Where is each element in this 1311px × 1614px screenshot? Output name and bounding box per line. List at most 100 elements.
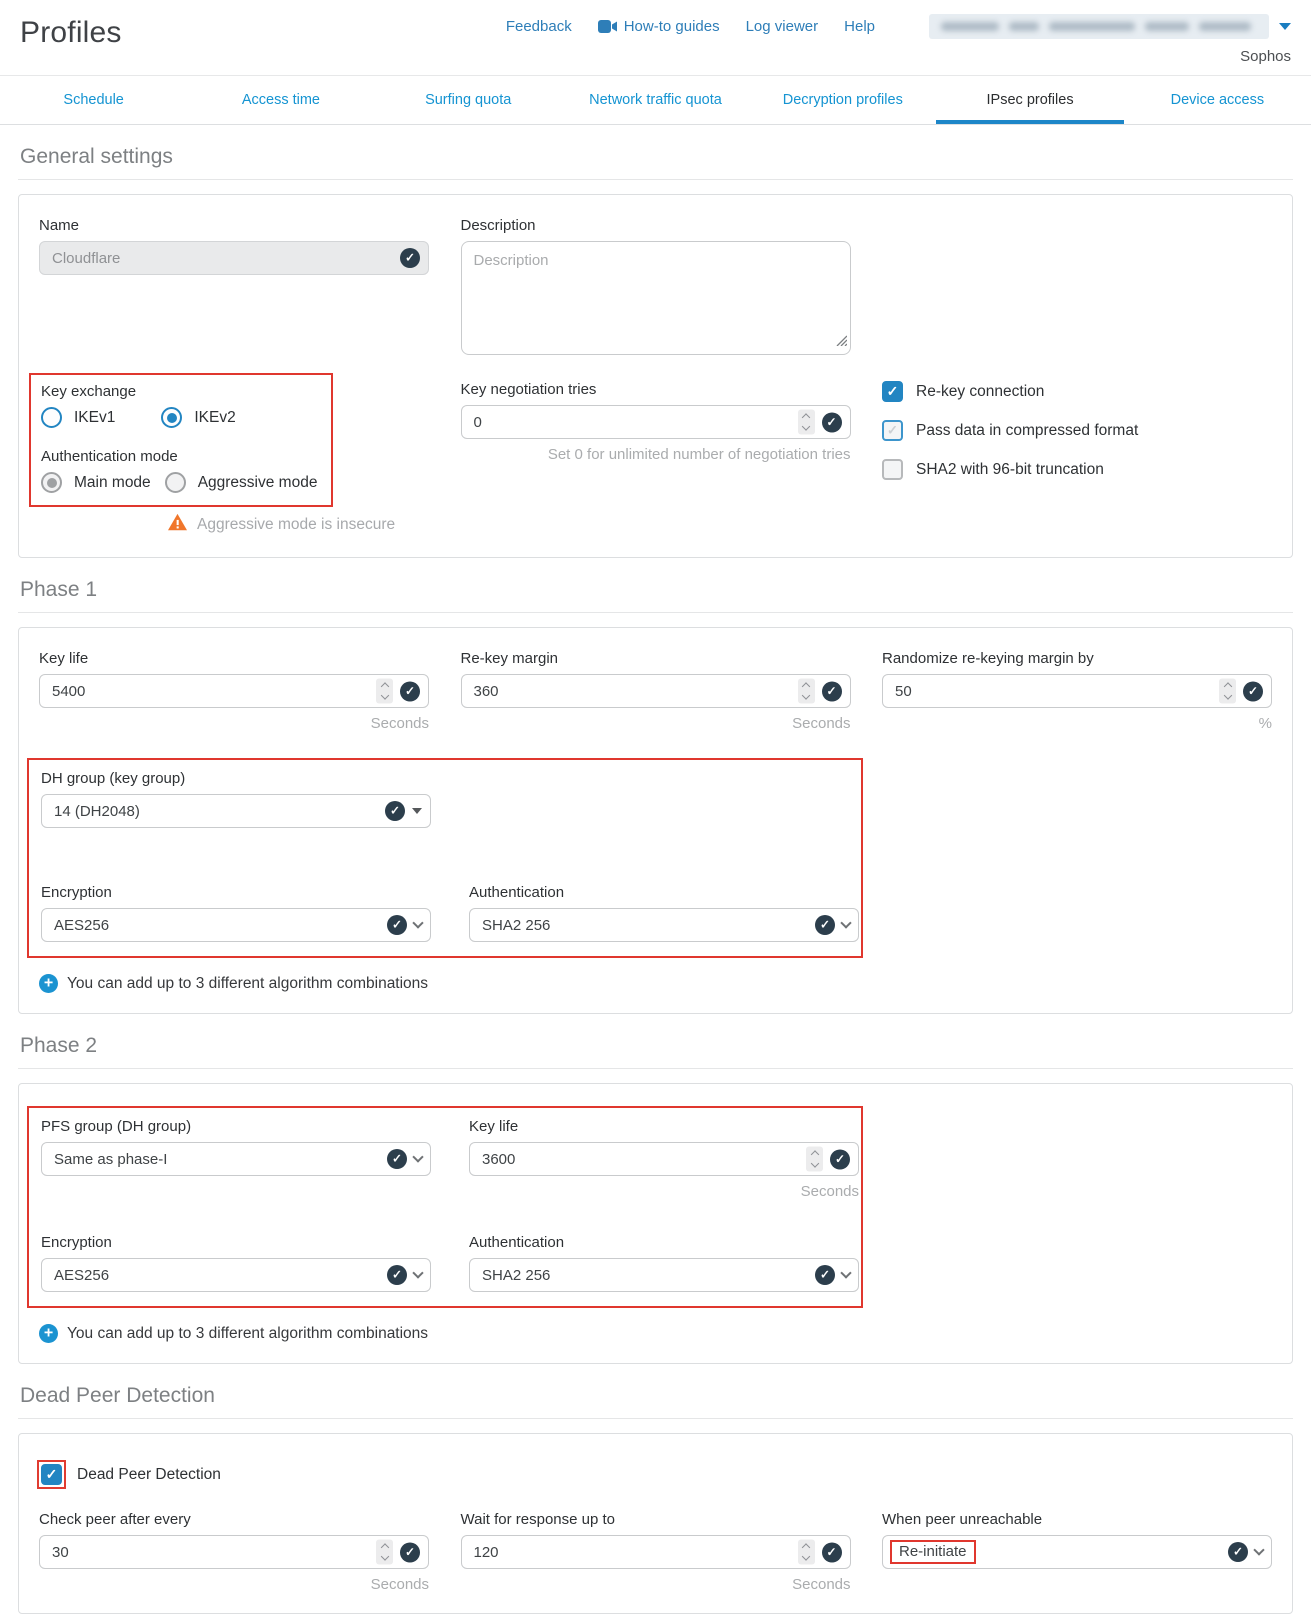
p2-encryption-select[interactable]: AES256 [41, 1258, 431, 1292]
howto-guides-link[interactable]: How-to guides [598, 18, 720, 35]
plus-circle-icon[interactable] [39, 1324, 58, 1343]
key-negotiation-tries-value: 0 [462, 414, 482, 431]
general-settings-panel: Name Cloudflare Description Description [18, 194, 1293, 558]
number-stepper[interactable] [1219, 679, 1236, 704]
feedback-link[interactable]: Feedback [506, 18, 572, 35]
radio-ikev2[interactable]: IKEv2 [161, 407, 235, 428]
tab-surfing-quota[interactable]: Surfing quota [375, 76, 562, 124]
p1-randomize-value: 50 [883, 683, 912, 700]
account-selector[interactable] [929, 14, 1291, 39]
tab-access-time[interactable]: Access time [187, 76, 374, 124]
plus-circle-icon[interactable] [39, 974, 58, 993]
rekey-connection-checkbox[interactable] [882, 381, 903, 402]
check-peer-unit: Seconds [39, 1576, 429, 1593]
key-negotiation-tries-input[interactable]: 0 [461, 405, 851, 439]
p1-encryption-label: Encryption [41, 884, 431, 901]
help-link[interactable]: Help [844, 18, 875, 35]
sha2-truncation-row[interactable]: SHA2 with 96-bit truncation [882, 459, 1272, 480]
dpd-panel: Dead Peer Detection Check peer after eve… [18, 1433, 1293, 1614]
number-stepper[interactable] [806, 1147, 823, 1172]
description-textarea[interactable]: Description [461, 241, 851, 355]
phase2-heading: Phase 2 [18, 1014, 1293, 1069]
compressed-format-checkbox[interactable] [882, 420, 903, 441]
page-header: Profiles Feedback How-to guides Log view… [0, 0, 1311, 75]
phase1-heading: Phase 1 [18, 558, 1293, 613]
radio-aggressive-mode-icon [165, 472, 186, 493]
check-peer-value: 30 [40, 1544, 69, 1561]
p2-authentication-label: Authentication [469, 1234, 859, 1251]
valid-check-icon [822, 412, 842, 432]
check-peer-input[interactable]: 30 [39, 1535, 429, 1569]
log-viewer-link[interactable]: Log viewer [746, 18, 819, 35]
aggressive-mode-warning: Aggressive mode is insecure [197, 516, 395, 534]
key-negotiation-tries-label: Key negotiation tries [461, 381, 851, 398]
valid-check-icon [387, 1265, 407, 1285]
valid-check-icon [815, 915, 835, 935]
dpd-enable-row[interactable]: Dead Peer Detection [39, 1462, 1272, 1487]
p1-key-life-unit: Seconds [39, 715, 429, 732]
number-stepper[interactable] [376, 679, 393, 704]
tab-device-access[interactable]: Device access [1124, 76, 1311, 124]
p2-key-life-value: 3600 [470, 1151, 515, 1168]
dh-group-select[interactable]: 14 (DH2048) [41, 794, 431, 828]
check-peer-label: Check peer after every [39, 1511, 429, 1528]
compressed-format-row[interactable]: Pass data in compressed format [882, 420, 1272, 441]
p1-key-life-input[interactable]: 5400 [39, 674, 429, 708]
howto-guides-label: How-to guides [624, 18, 720, 35]
video-camera-icon [598, 20, 617, 33]
valid-check-icon [815, 1265, 835, 1285]
radio-ikev1[interactable]: IKEv1 [41, 407, 115, 428]
key-negotiation-helper: Set 0 for unlimited number of negotiatio… [461, 446, 851, 463]
name-label: Name [39, 217, 429, 234]
dpd-checkbox-annotation-box [37, 1460, 66, 1489]
p2-authentication-select[interactable]: SHA2 256 [469, 1258, 859, 1292]
resize-grip-icon[interactable] [834, 333, 847, 351]
p2-key-life-input[interactable]: 3600 [469, 1142, 859, 1176]
tab-decryption-profiles[interactable]: Decryption profiles [749, 76, 936, 124]
chevron-down-icon [840, 917, 851, 928]
valid-check-icon [400, 681, 420, 701]
p1-randomize-unit: % [882, 715, 1272, 732]
dpd-enable-label: Dead Peer Detection [77, 1466, 221, 1484]
dpd-enable-checkbox[interactable] [41, 1464, 62, 1485]
valid-check-icon [830, 1149, 850, 1169]
tab-ipsec-profiles[interactable]: IPsec profiles [936, 76, 1123, 124]
page-title: Profiles [20, 14, 122, 50]
valid-check-icon [822, 1542, 842, 1562]
sha2-truncation-checkbox[interactable] [882, 459, 903, 480]
pfs-group-label: PFS group (DH group) [41, 1118, 431, 1135]
chevron-down-icon [1279, 23, 1291, 30]
dh-group-label: DH group (key group) [41, 770, 431, 787]
tab-network-traffic-quota[interactable]: Network traffic quota [562, 76, 749, 124]
p2-add-combination[interactable]: You can add up to 3 different algorithm … [39, 1324, 1272, 1343]
p2-add-combination-label: You can add up to 3 different algorithm … [67, 1325, 428, 1343]
p1-add-combination-label: You can add up to 3 different algorithm … [67, 975, 428, 993]
peer-unreachable-value: Re-initiate [899, 1543, 967, 1560]
number-stepper[interactable] [798, 679, 815, 704]
chevron-down-icon [412, 1267, 423, 1278]
chevron-down-icon [412, 917, 423, 928]
p1-rekey-margin-input[interactable]: 360 [461, 674, 851, 708]
pfs-group-select[interactable]: Same as phase-I [41, 1142, 431, 1176]
p1-add-combination[interactable]: You can add up to 3 different algorithm … [39, 974, 1272, 993]
radio-main-mode[interactable]: Main mode [41, 472, 151, 493]
p1-authentication-select[interactable]: SHA2 256 [469, 908, 859, 942]
peer-unreachable-select[interactable]: Re-initiate [882, 1535, 1272, 1569]
wait-response-value: 120 [462, 1544, 499, 1561]
phase1-panel: Key life 5400 Seconds Re-key margin 360 [18, 627, 1293, 1014]
dpd-heading: Dead Peer Detection [18, 1364, 1293, 1419]
wait-response-input[interactable]: 120 [461, 1535, 851, 1569]
tab-schedule[interactable]: Schedule [0, 76, 187, 124]
p1-encryption-select[interactable]: AES256 [41, 908, 431, 942]
number-stepper[interactable] [798, 410, 815, 435]
name-value: Cloudflare [40, 250, 120, 267]
radio-ikev2-icon [161, 407, 182, 428]
wait-response-unit: Seconds [461, 1576, 851, 1593]
radio-aggressive-mode[interactable]: Aggressive mode [165, 472, 318, 493]
number-stepper[interactable] [376, 1540, 393, 1565]
phase2-algorithms-annotation-box: PFS group (DH group) Same as phase-I Key… [27, 1106, 863, 1308]
number-stepper[interactable] [798, 1540, 815, 1565]
rekey-connection-row[interactable]: Re-key connection [882, 381, 1272, 402]
p1-encryption-value: AES256 [42, 917, 109, 934]
p1-randomize-input[interactable]: 50 [882, 674, 1272, 708]
